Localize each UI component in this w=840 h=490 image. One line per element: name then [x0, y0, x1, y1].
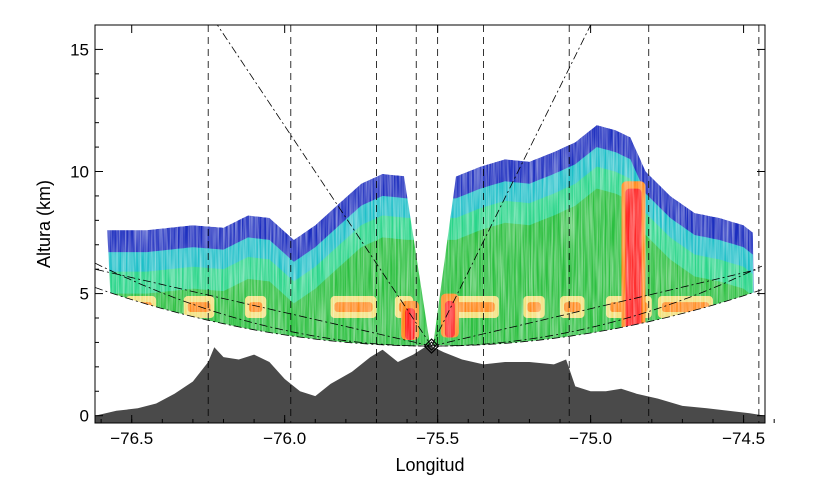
bright-band-core	[334, 302, 373, 313]
bright-band-core	[564, 302, 581, 313]
convective-core	[405, 308, 416, 340]
plot-area	[95, 25, 765, 423]
terrain-profile	[95, 344, 765, 423]
convective-core	[625, 188, 642, 336]
x-tick-label: −75.5	[416, 429, 459, 448]
bright-band-core	[661, 302, 709, 313]
bright-band-core	[187, 302, 211, 313]
y-tick-label: 15	[70, 40, 89, 59]
y-tick-label: 5	[80, 285, 89, 304]
bright-band-core	[248, 302, 263, 313]
terrain-layer	[95, 344, 765, 423]
radar-cross-section-chart: −76.5 −76.0 −75.5 −75.0 −74.5 0 5 10 15 Longitu…	[34, 24, 775, 475]
bright-band-core	[129, 302, 153, 313]
x-tick-label: −76.5	[110, 429, 153, 448]
y-tick-label: 0	[80, 407, 89, 426]
y-tick-label: 10	[70, 163, 89, 182]
x-axis-title: Longitud	[395, 455, 464, 475]
x-tick-label: −75.0	[569, 429, 612, 448]
bright-band-core	[527, 302, 541, 313]
y-axis-title: Altura (km)	[34, 180, 54, 268]
convective-core	[444, 300, 455, 338]
x-tick-label: −74.5	[722, 429, 765, 448]
x-tick-label: −76.0	[263, 429, 306, 448]
